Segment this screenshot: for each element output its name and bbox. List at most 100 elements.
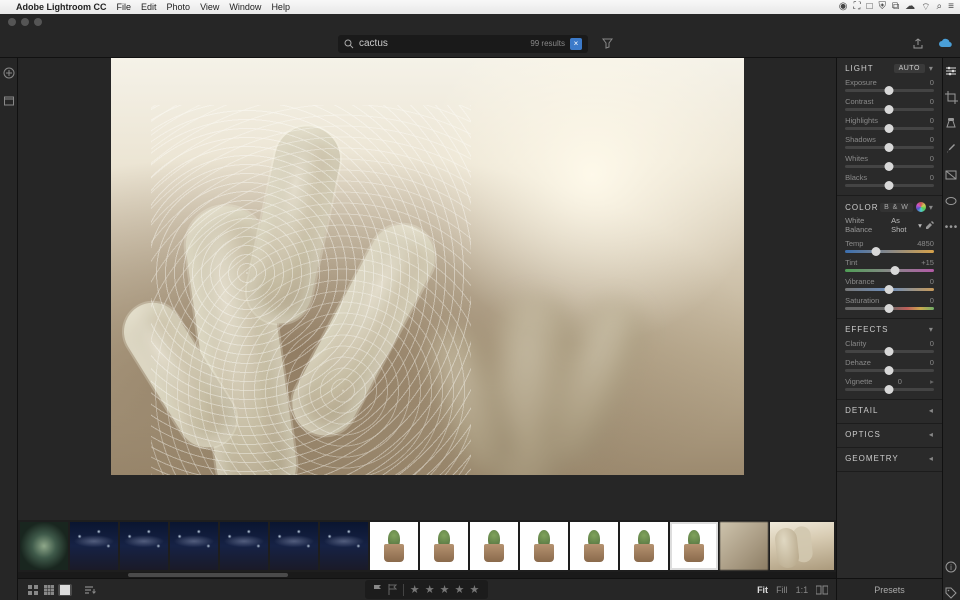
dropbox-icon[interactable]: ⧉ xyxy=(892,1,899,14)
linear-gradient-button[interactable] xyxy=(944,168,958,182)
menu-app-name[interactable]: Adobe Lightroom CC xyxy=(16,2,107,12)
window-titlebar xyxy=(0,14,960,30)
status-icon[interactable]: ⛶ xyxy=(853,1,860,14)
contrast-slider[interactable]: Contrast0 xyxy=(845,97,934,111)
shadows-slider[interactable]: Shadows0 xyxy=(845,135,934,149)
star-rating[interactable]: ★ ★ ★ ★ ★ xyxy=(410,583,481,596)
zoom-fit-button[interactable]: Fit xyxy=(757,585,768,595)
filmstrip-row[interactable] xyxy=(18,520,836,572)
menu-help[interactable]: Help xyxy=(271,2,290,12)
thumbnail[interactable] xyxy=(520,522,568,570)
status-icon[interactable]: □ xyxy=(866,1,872,14)
thumbnail[interactable] xyxy=(70,522,118,570)
my-photos-button[interactable] xyxy=(2,94,16,108)
thumbnail[interactable] xyxy=(270,522,318,570)
thumbnail-selected[interactable] xyxy=(670,522,718,570)
thumbnail[interactable] xyxy=(170,522,218,570)
zoom-window-button[interactable] xyxy=(34,18,42,26)
white-balance-label: White Balance xyxy=(845,216,891,234)
temp-slider[interactable]: Temp4850 xyxy=(845,239,934,253)
detail-section[interactable]: Detail◂ xyxy=(837,400,942,424)
menu-file[interactable]: File xyxy=(117,2,132,12)
disclose-icon[interactable]: ▾ xyxy=(929,203,934,212)
vignette-slider[interactable]: Vignette0▸ xyxy=(845,377,934,391)
chevron-down-icon[interactable]: ▾ xyxy=(918,221,922,230)
image-viewer[interactable] xyxy=(18,58,836,520)
light-section: Light Auto ▾ Exposure0 Contrast0 Highlig… xyxy=(837,58,942,196)
filter-button[interactable] xyxy=(602,38,613,49)
exposure-slider[interactable]: Exposure0 xyxy=(845,78,934,92)
tint-slider[interactable]: Tint+15 xyxy=(845,258,934,272)
filmstrip-scrollbar[interactable] xyxy=(18,572,836,578)
thumbnail[interactable] xyxy=(320,522,368,570)
square-grid-view-button[interactable] xyxy=(42,584,56,596)
disclose-icon: ◂ xyxy=(929,430,934,439)
original-toggle-button[interactable] xyxy=(816,585,828,595)
thumbnail[interactable] xyxy=(420,522,468,570)
healing-brush-button[interactable] xyxy=(944,116,958,130)
close-window-button[interactable] xyxy=(8,18,16,26)
clear-search-button[interactable]: × xyxy=(570,38,582,50)
blacks-slider[interactable]: Blacks0 xyxy=(845,173,934,187)
thumbnail[interactable] xyxy=(20,522,68,570)
bw-toggle-button[interactable]: B & W xyxy=(880,203,913,212)
whites-slider[interactable]: Whites0 xyxy=(845,154,934,168)
presets-button[interactable]: Presets xyxy=(837,578,942,600)
photo-grid-view-button[interactable] xyxy=(26,584,40,596)
menu-photo[interactable]: Photo xyxy=(167,2,191,12)
status-icon[interactable]: ⛨ xyxy=(879,1,887,14)
menu-extras-icon[interactable]: ≡ xyxy=(948,1,954,14)
search-field[interactable]: cactus 99 results × xyxy=(338,35,588,53)
status-icon[interactable]: ◉ xyxy=(839,1,848,14)
thumbnail[interactable] xyxy=(570,522,618,570)
menu-window[interactable]: Window xyxy=(229,2,261,12)
minimize-window-button[interactable] xyxy=(21,18,29,26)
thumbnail[interactable] xyxy=(720,522,768,570)
highlights-slider[interactable]: Highlights0 xyxy=(845,116,934,130)
disclose-icon[interactable]: ▾ xyxy=(929,325,934,334)
flag-reject-button[interactable] xyxy=(388,584,397,595)
geometry-section[interactable]: Geometry◂ xyxy=(837,448,942,472)
dehaze-slider[interactable]: Dehaze0 xyxy=(845,358,934,372)
edit-tool-button[interactable] xyxy=(944,64,958,78)
crop-tool-button[interactable] xyxy=(944,90,958,104)
more-tools-button[interactable]: ••• xyxy=(944,220,958,234)
info-button[interactable]: i xyxy=(944,560,958,574)
auto-button[interactable]: Auto xyxy=(894,64,925,73)
thumbnail[interactable] xyxy=(120,522,168,570)
thumbnail[interactable] xyxy=(370,522,418,570)
cloud-icon[interactable]: ☁ xyxy=(905,1,915,14)
keywords-button[interactable] xyxy=(944,586,958,600)
thumbnail[interactable] xyxy=(470,522,518,570)
saturation-slider[interactable]: Saturation0 xyxy=(845,296,934,310)
cloud-sync-button[interactable] xyxy=(938,38,952,50)
wifi-icon[interactable]: ⌔ xyxy=(921,1,930,14)
vibrance-slider[interactable]: Vibrance0 xyxy=(845,277,934,291)
spotlight-icon[interactable]: ⌕ xyxy=(937,1,943,14)
thumbnail[interactable] xyxy=(620,522,668,570)
color-mixer-button[interactable] xyxy=(916,202,926,212)
optics-section[interactable]: Optics◂ xyxy=(837,424,942,448)
scrollbar-handle[interactable] xyxy=(128,573,288,577)
clarity-slider[interactable]: Clarity0 xyxy=(845,339,934,353)
add-photos-button[interactable] xyxy=(2,66,16,80)
detail-view-button[interactable] xyxy=(58,584,72,596)
menu-edit[interactable]: Edit xyxy=(141,2,157,12)
develop-panel: Light Auto ▾ Exposure0 Contrast0 Highlig… xyxy=(836,58,942,600)
flag-pick-button[interactable] xyxy=(373,584,382,595)
sort-button[interactable] xyxy=(84,585,96,595)
white-balance-value[interactable]: As Shot xyxy=(891,216,915,234)
search-icon xyxy=(344,39,354,49)
radial-gradient-button[interactable] xyxy=(944,194,958,208)
zoom-1to1-button[interactable]: 1:1 xyxy=(796,585,809,595)
brush-tool-button[interactable] xyxy=(944,142,958,156)
effects-section-title: Effects xyxy=(845,325,888,334)
thumbnail[interactable] xyxy=(770,522,834,570)
zoom-fill-button[interactable]: Fill xyxy=(776,585,788,595)
eyedropper-button[interactable] xyxy=(925,221,934,230)
menu-view[interactable]: View xyxy=(200,2,219,12)
disclose-icon[interactable]: ▾ xyxy=(929,64,934,73)
share-button[interactable] xyxy=(912,38,924,50)
color-section-title: Color xyxy=(845,203,878,212)
thumbnail[interactable] xyxy=(220,522,268,570)
